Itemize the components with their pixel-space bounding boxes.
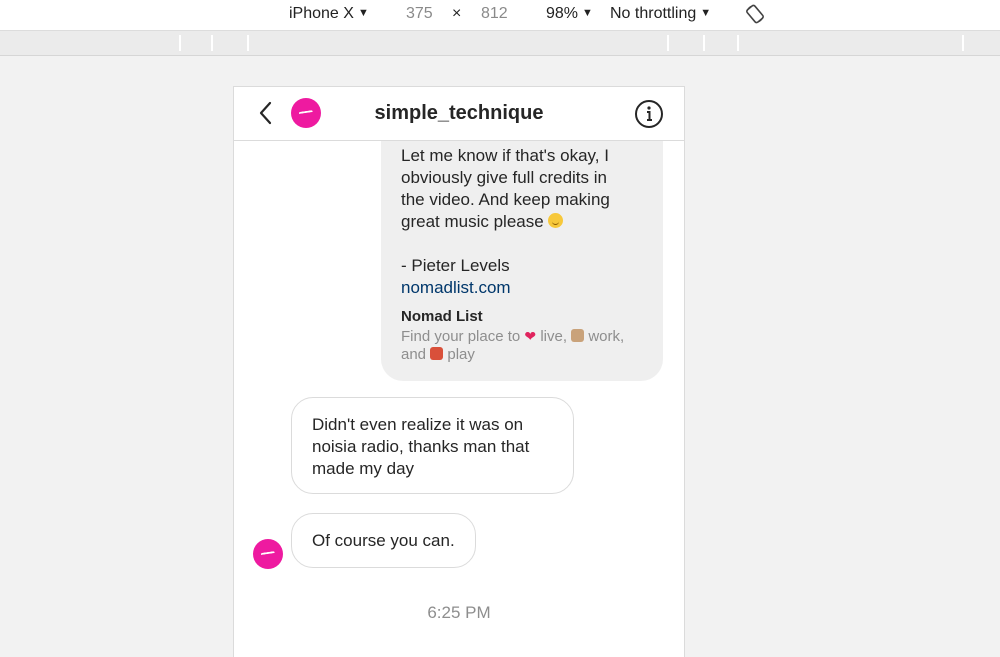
avatar-logo-icon bbox=[260, 551, 276, 559]
message-line: made my day bbox=[312, 459, 415, 478]
message-line: noisia radio, thanks man that bbox=[312, 437, 530, 456]
width-input[interactable]: 375 bbox=[406, 5, 433, 23]
chevron-down-icon: ▼ bbox=[700, 7, 712, 19]
message-line: the video. And keep making bbox=[401, 190, 610, 209]
dancer-emoji-icon bbox=[430, 347, 444, 360]
ruler-tick bbox=[737, 35, 739, 51]
message-line: Let me know if that's okay, I bbox=[401, 146, 609, 165]
chevron-down-icon: ▼ bbox=[357, 7, 369, 19]
device-select[interactable]: iPhone X ▼ bbox=[289, 5, 369, 23]
nomadlist-link[interactable]: nomadlist.com bbox=[401, 277, 643, 299]
link-preview-description: Find your place to ❤ live, work, and pla… bbox=[401, 328, 625, 363]
phone-viewport: Let me know if that's okay, I obviously … bbox=[233, 86, 685, 657]
ruler-tick bbox=[703, 35, 705, 51]
received-message-bubble[interactable]: Didn't even realize it was on noisia rad… bbox=[291, 397, 574, 494]
chevron-down-icon: ▼ bbox=[582, 7, 593, 19]
throttling-label: No throttling bbox=[610, 5, 697, 22]
device-label: iPhone X bbox=[289, 5, 354, 22]
ruler-tick bbox=[962, 35, 964, 51]
sender-avatar[interactable] bbox=[253, 539, 283, 569]
ruler-tick bbox=[179, 35, 181, 51]
ruler-tick bbox=[211, 35, 213, 51]
message-line: Didn't even realize it was on bbox=[312, 415, 524, 434]
smile-emoji-icon bbox=[548, 213, 564, 228]
message-line: Of course you can. bbox=[312, 531, 455, 550]
rotate-icon[interactable] bbox=[744, 3, 766, 30]
chat-username[interactable]: simple_technique bbox=[234, 102, 684, 125]
message-line: great music please bbox=[401, 212, 544, 231]
received-message-bubble[interactable]: Of course you can. bbox=[291, 513, 476, 568]
laptop-worker-emoji-icon bbox=[571, 329, 585, 342]
zoom-select[interactable]: 98% ▼ bbox=[546, 5, 593, 23]
message-line: obviously give full credits in bbox=[401, 168, 607, 187]
zoom-label: 98% bbox=[546, 5, 579, 22]
message-signature: - Pieter Levels bbox=[401, 256, 510, 275]
ruler-tick bbox=[667, 35, 669, 51]
throttling-select[interactable]: No throttling ▼ bbox=[610, 5, 711, 23]
dimension-separator: × bbox=[452, 5, 462, 22]
link-preview-title: Nomad List bbox=[401, 308, 483, 325]
heart-emoji-icon: ❤ bbox=[524, 328, 537, 344]
devtools-toolbar: iPhone X ▼ 375 × 812 98% ▼ No throttling ▼ bbox=[0, 0, 1000, 31]
ruler-tick bbox=[247, 35, 249, 51]
message-timestamp: 6:25 PM bbox=[427, 603, 491, 622]
height-input[interactable]: 812 bbox=[481, 5, 508, 23]
chat-header: simple_technique bbox=[234, 87, 684, 141]
info-icon[interactable] bbox=[634, 99, 664, 129]
media-query-ruler bbox=[0, 31, 1000, 56]
